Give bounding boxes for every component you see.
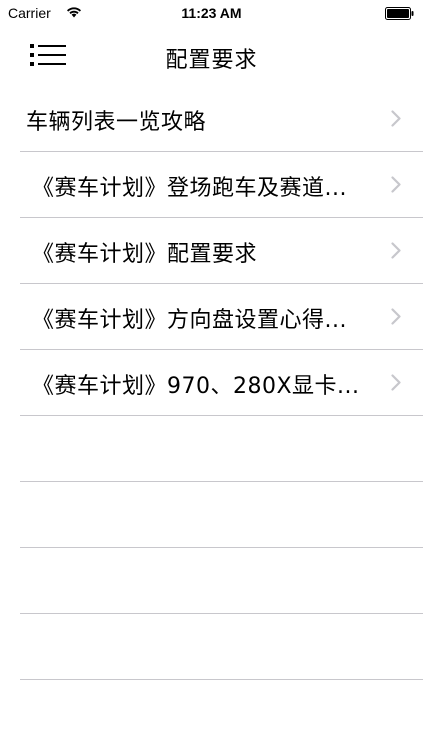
article-list: 车辆列表一览攻略 《赛车计划》登场跑车及赛道... 《赛车计划》配置要求 《赛车… bbox=[0, 86, 423, 680]
empty-list-row bbox=[20, 416, 423, 482]
chevron-right-icon bbox=[391, 308, 401, 325]
list-item[interactable]: 《赛车计划》方向盘设置心得... bbox=[20, 284, 423, 350]
navigation-bar: 配置要求 bbox=[0, 28, 423, 84]
status-time: 11:23 AM bbox=[181, 5, 242, 21]
empty-list-row bbox=[20, 548, 423, 614]
page-title: 配置要求 bbox=[165, 48, 258, 73]
list-item-label: 《赛车计划》配置要求 bbox=[32, 242, 258, 267]
list-item-label: 《赛车计划》方向盘设置心得... bbox=[32, 308, 347, 333]
chevron-right-icon bbox=[391, 110, 401, 127]
list-item[interactable]: 车辆列表一览攻略 bbox=[20, 86, 423, 152]
chevron-right-icon bbox=[391, 176, 401, 193]
empty-list-row bbox=[20, 482, 423, 548]
list-item[interactable]: 《赛车计划》配置要求 bbox=[20, 218, 423, 284]
battery-icon bbox=[385, 7, 414, 20]
chevron-right-icon bbox=[391, 374, 401, 391]
list-item[interactable]: 《赛车计划》970、280X显卡... bbox=[20, 350, 423, 416]
list-item[interactable]: 《赛车计划》登场跑车及赛道... bbox=[20, 152, 423, 218]
list-item-label: 《赛车计划》登场跑车及赛道... bbox=[32, 176, 347, 201]
list-item-label: 车辆列表一览攻略 bbox=[26, 110, 207, 135]
chevron-right-icon bbox=[391, 242, 401, 259]
list-item-label: 《赛车计划》970、280X显卡... bbox=[32, 374, 360, 399]
empty-list-row bbox=[20, 614, 423, 680]
status-bar: Carrier 11:23 AM bbox=[0, 0, 423, 28]
